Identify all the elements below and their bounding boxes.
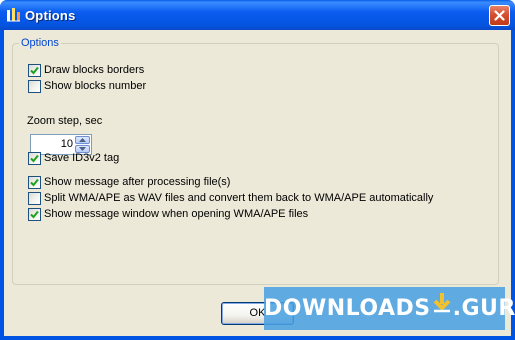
checkbox-box[interactable] [28,191,41,205]
checkbox-label: Draw blocks borders [44,64,145,76]
download-arrow-icon [433,285,451,328]
spin-up-button[interactable] [75,136,90,144]
checkbox-box[interactable] [28,175,41,189]
options-dialog: Options Options Draw blocks borders Show… [0,0,515,340]
app-icon [6,7,21,23]
checkbox-box[interactable] [28,207,41,221]
draw-blocks-borders-checkbox[interactable]: Draw blocks borders [28,63,144,77]
options-groupbox: Options Draw blocks borders Show blocks … [12,37,499,285]
checkbox-label: Show message after processing file(s) [44,176,231,188]
checkbox-label: Show message window when opening WMA/APE… [44,208,309,220]
split-wma-ape-checkbox[interactable]: Split WMA/APE as WAV files and convert t… [28,191,433,205]
zoom-step-value[interactable]: 10 [33,137,73,152]
close-button[interactable] [489,5,510,26]
checkbox-box[interactable] [28,63,41,77]
checkmark-icon [30,154,39,162]
checkmark-icon [30,178,39,186]
show-message-window-wma-ape-checkbox[interactable]: Show message window when opening WMA/APE… [28,207,308,221]
show-blocks-number-checkbox[interactable]: Show blocks number [28,79,146,93]
window-title: Options [25,8,76,23]
checkmark-icon [30,66,39,74]
checkbox-box[interactable] [28,151,41,165]
options-group-legend: Options [19,37,61,49]
arrow-up-icon [79,138,86,142]
checkbox-label: Split WMA/APE as WAV files and convert t… [44,192,434,204]
checkbox-label: Save ID3v2 tag [44,152,120,164]
zoom-step-label: Zoom step, sec [27,115,103,127]
save-id3v2-tag-checkbox[interactable]: Save ID3v2 tag [28,151,119,165]
title-bar[interactable]: Options [0,0,515,30]
checkmark-icon [30,210,39,218]
watermark-text-left: DOWNLOADS [264,296,431,321]
show-message-after-processing-checkbox[interactable]: Show message after processing file(s) [28,175,230,189]
watermark-text-right: .GURU [452,296,515,321]
checkbox-label: Show blocks number [44,80,147,92]
close-icon [494,10,505,21]
checkbox-box[interactable] [28,79,41,93]
watermark-logo: DOWNLOADS .GURU [264,285,515,330]
